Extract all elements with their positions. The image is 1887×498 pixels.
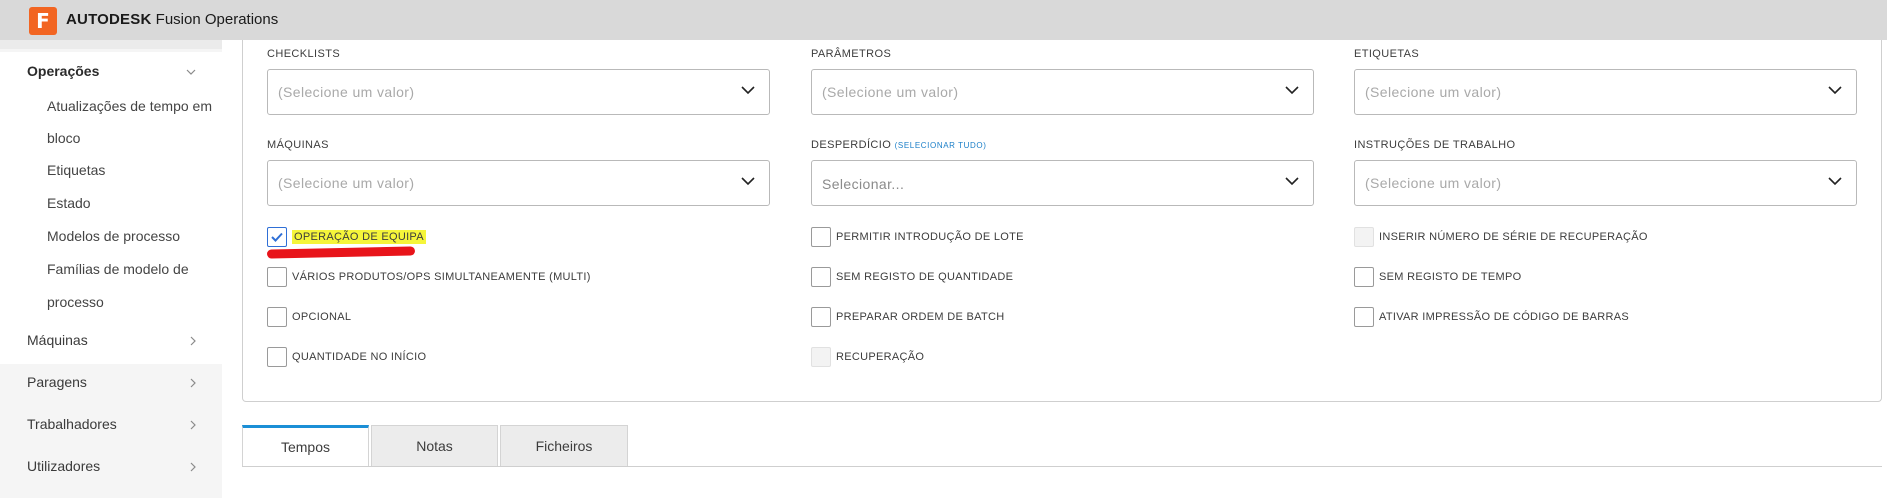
- checkbox-label: OPERAÇÃO DE EQUIPA: [292, 230, 426, 244]
- brand-autodesk: AUTODESK: [66, 11, 152, 28]
- desperdicio-placeholder: Selecionar...: [822, 176, 905, 192]
- checkbox-label: OPCIONAL: [292, 311, 352, 323]
- checkbox-permitir-lote[interactable]: PERMITIR INTRODUÇÃO DE LOTE: [811, 227, 1024, 247]
- checkbox-label: INSERIR NÚMERO DE SÉRIE DE RECUPERAÇÃO: [1379, 231, 1648, 243]
- checkbox-operacao-equipa[interactable]: OPERAÇÃO DE EQUIPA: [267, 227, 426, 247]
- chevron-right-icon[interactable]: [189, 336, 197, 346]
- checkmark-icon: [271, 232, 283, 242]
- chevron-down-icon: [741, 86, 755, 95]
- checkbox-box[interactable]: [267, 267, 287, 287]
- checkbox-checked[interactable]: [267, 227, 287, 247]
- checkbox-box[interactable]: [811, 267, 831, 287]
- select-all-link[interactable]: (SELECIONAR TUDO): [895, 141, 987, 150]
- sidebar-item-maquinas[interactable]: Máquinas: [27, 332, 88, 348]
- field-label-parametros: PARÂMETROS: [811, 48, 892, 60]
- sidebar-subitem-etiquetas[interactable]: Etiquetas: [47, 162, 105, 178]
- checklists-placeholder: (Selecione um valor): [278, 84, 415, 100]
- checkbox-ativar-impressao[interactable]: ATIVAR IMPRESSÃO DE CÓDIGO DE BARRAS: [1354, 307, 1629, 327]
- fusion-logo-icon[interactable]: F: [29, 7, 57, 35]
- checkbox-quantidade-inicio[interactable]: QUANTIDADE NO INÍCIO: [267, 347, 426, 367]
- checkbox-preparar-batch[interactable]: PREPARAR ORDEM DE BATCH: [811, 307, 1004, 327]
- checkbox-opcional[interactable]: OPCIONAL: [267, 307, 351, 327]
- chevron-down-icon: [1828, 177, 1842, 186]
- checkbox-label: RECUPERAÇÃO: [836, 351, 925, 363]
- field-label-instrucoes: INSTRUÇÕES DE TRABALHO: [1354, 139, 1516, 151]
- field-label-etiquetas: ETIQUETAS: [1354, 48, 1420, 60]
- checkbox-box[interactable]: [811, 227, 831, 247]
- checkbox-sem-registo-tempo[interactable]: SEM REGISTO DE TEMPO: [1354, 267, 1522, 287]
- checkbox-sem-registo-quantidade[interactable]: SEM REGISTO DE QUANTIDADE: [811, 267, 1013, 287]
- checkbox-box[interactable]: [267, 307, 287, 327]
- instrucoes-select[interactable]: (Selecione um valor): [1354, 160, 1857, 206]
- chevron-down-icon: [741, 177, 755, 186]
- checkbox-box[interactable]: [267, 347, 287, 367]
- sidebar-subitem-modelos-processo[interactable]: Modelos de processo: [47, 228, 180, 244]
- tab-notas[interactable]: Notas: [371, 425, 498, 466]
- maquinas-select[interactable]: (Selecione um valor): [267, 160, 770, 206]
- checkbox-box[interactable]: [1354, 307, 1374, 327]
- checkbox-label: VÁRIOS PRODUTOS/OPS SIMULTANEAMENTE (MUL…: [292, 271, 591, 283]
- instrucoes-placeholder: (Selecione um valor): [1365, 175, 1502, 191]
- chevron-down-icon: [1285, 177, 1299, 186]
- sidebar-divider: [0, 40, 222, 49]
- sidebar-subitem-familias-cont[interactable]: processo: [47, 294, 104, 310]
- checkbox-label: SEM REGISTO DE QUANTIDADE: [836, 271, 1014, 283]
- top-bar: F AUTODESK Fusion Operations: [0, 0, 1887, 40]
- sidebar-subitem-atualizacoes-cont[interactable]: bloco: [47, 130, 80, 146]
- sidebar: Operações Atualizações de tempo em bloco…: [0, 40, 222, 498]
- checkbox-label: PERMITIR INTRODUÇÃO DE LOTE: [836, 231, 1024, 243]
- sidebar-item-trabalhadores[interactable]: Trabalhadores: [27, 416, 117, 432]
- chevron-down-icon: [1828, 86, 1842, 95]
- tabs-divider: [242, 466, 1882, 467]
- chevron-right-icon[interactable]: [189, 462, 197, 472]
- chevron-down-icon[interactable]: [186, 68, 196, 76]
- checkbox-box-disabled: [811, 347, 831, 367]
- sidebar-subitem-atualizacoes[interactable]: Atualizações de tempo em: [47, 98, 212, 114]
- checkbox-inserir-serie-recuperacao[interactable]: INSERIR NÚMERO DE SÉRIE DE RECUPERAÇÃO: [1354, 227, 1648, 247]
- field-label-maquinas: MÁQUINAS: [267, 139, 329, 151]
- checkbox-box-disabled: [1354, 227, 1374, 247]
- checkbox-label: ATIVAR IMPRESSÃO DE CÓDIGO DE BARRAS: [1379, 311, 1629, 323]
- sidebar-subitem-estado[interactable]: Estado: [47, 195, 91, 211]
- checkbox-label: PREPARAR ORDEM DE BATCH: [836, 311, 1005, 323]
- desperdicio-select[interactable]: Selecionar...: [811, 160, 1314, 206]
- chevron-right-icon[interactable]: [189, 378, 197, 388]
- etiquetas-placeholder: (Selecione um valor): [1365, 84, 1502, 100]
- desperdicio-label-text: DESPERDÍCIO: [811, 139, 892, 151]
- tab-ficheiros[interactable]: Ficheiros: [500, 425, 628, 466]
- sidebar-item-paragens[interactable]: Paragens: [27, 374, 87, 390]
- checkbox-recuperacao[interactable]: RECUPERAÇÃO: [811, 347, 924, 367]
- parametros-placeholder: (Selecione um valor): [822, 84, 959, 100]
- checkbox-label: QUANTIDADE NO INÍCIO: [292, 351, 427, 363]
- parametros-select[interactable]: (Selecione um valor): [811, 69, 1314, 115]
- field-label-checklists: CHECKLISTS: [267, 48, 341, 60]
- checkbox-varios-produtos[interactable]: VÁRIOS PRODUTOS/OPS SIMULTANEAMENTE (MUL…: [267, 267, 591, 287]
- sidebar-subitem-familias[interactable]: Famílias de modelo de: [47, 261, 189, 277]
- tab-tempos[interactable]: Tempos: [242, 425, 369, 466]
- checkbox-label: SEM REGISTO DE TEMPO: [1379, 271, 1522, 283]
- sidebar-item-utilizadores[interactable]: Utilizadores: [27, 458, 100, 474]
- checkbox-box[interactable]: [1354, 267, 1374, 287]
- field-label-desperdicio: DESPERDÍCIO (SELECIONAR TUDO): [811, 139, 987, 151]
- checklists-select[interactable]: (Selecione um valor): [267, 69, 770, 115]
- sidebar-item-operacoes[interactable]: Operações: [27, 63, 99, 79]
- chevron-right-icon[interactable]: [189, 420, 197, 430]
- etiquetas-select[interactable]: (Selecione um valor): [1354, 69, 1857, 115]
- app-title: AUTODESK Fusion Operations: [66, 11, 278, 28]
- brand-product: Fusion Operations: [151, 11, 279, 28]
- logo-letter: F: [36, 9, 50, 33]
- checkbox-box[interactable]: [811, 307, 831, 327]
- chevron-down-icon: [1285, 86, 1299, 95]
- maquinas-placeholder: (Selecione um valor): [278, 175, 415, 191]
